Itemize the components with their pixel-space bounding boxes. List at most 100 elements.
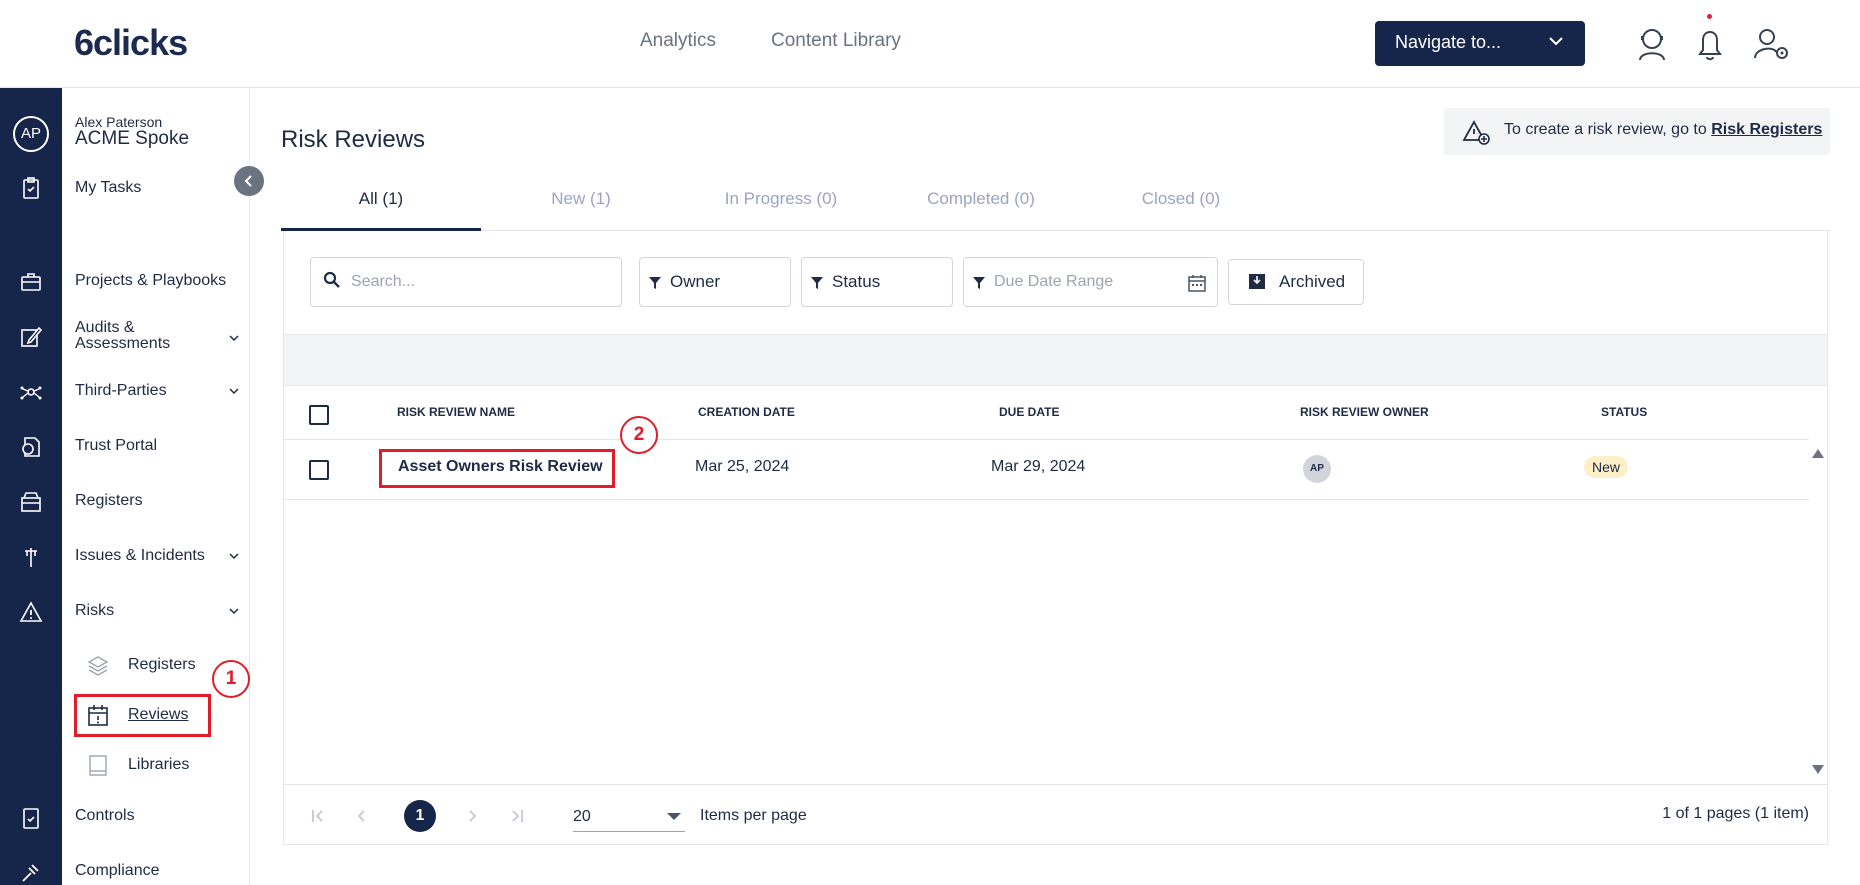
owner-avatar: AP (1303, 455, 1331, 483)
current-page-button[interactable]: 1 (404, 800, 436, 832)
sidebar-item-trust-portal[interactable]: Trust Portal (75, 438, 157, 454)
risk-registers-link[interactable]: Risk Registers (1711, 121, 1822, 138)
col-header-name[interactable]: RISK REVIEW NAME (397, 405, 515, 419)
sidebar: Alex Paterson ACME Spoke My Tasks Projec… (62, 88, 250, 885)
controls-icon[interactable] (19, 806, 43, 830)
edit-icon[interactable] (19, 325, 43, 349)
chevron-down-icon[interactable] (228, 550, 240, 562)
caret-down-icon (667, 813, 681, 820)
owner-filter[interactable]: Owner (639, 257, 791, 307)
due-date: Mar 29, 2024 (991, 458, 1086, 475)
col-header-status[interactable]: STATUS (1601, 405, 1647, 419)
navigate-to-label: Navigate to... (1395, 32, 1502, 52)
sidebar-item-my-tasks[interactable]: My Tasks (75, 180, 141, 196)
items-per-page-label: Items per page (700, 807, 807, 824)
sidebar-item-third-parties[interactable]: Third-Parties (75, 383, 167, 399)
sidebar-sub-registers[interactable]: Registers (128, 656, 196, 674)
status-filter-label: Status (832, 272, 881, 291)
filter-icon (649, 277, 661, 289)
sidebar-sub-libraries[interactable]: Libraries (128, 756, 189, 774)
chevron-down-icon (1549, 37, 1563, 46)
archive-icon (1249, 274, 1265, 289)
row-divider (284, 499, 1809, 500)
sidebar-item-risks[interactable]: Risks (75, 603, 114, 619)
page-size-value: 20 (573, 808, 591, 825)
owner-filter-label: Owner (670, 272, 721, 291)
trust-portal-icon[interactable] (19, 435, 43, 459)
filter-icon (811, 277, 823, 289)
top-bar: 6clicks Analytics Content Library Naviga… (0, 0, 1860, 88)
calendar-icon[interactable] (1187, 273, 1207, 293)
row-checkbox[interactable] (309, 460, 329, 480)
archived-button[interactable]: Archived (1228, 259, 1364, 305)
warning-icon[interactable] (19, 600, 43, 624)
search-box[interactable]: Search... (310, 257, 622, 307)
sidebar-item-compliance[interactable]: Compliance (75, 863, 159, 879)
status-filter[interactable]: Status (801, 257, 953, 307)
briefcase-icon[interactable] (19, 270, 43, 294)
tab-new[interactable]: New (1) (481, 189, 681, 209)
navigate-to-dropdown[interactable]: Navigate to... (1375, 21, 1585, 66)
tab-in-progress[interactable]: In Progress (0) (681, 189, 881, 209)
scroll-up-arrow[interactable] (1812, 449, 1824, 458)
first-page-icon[interactable] (310, 809, 326, 823)
select-all-checkbox[interactable] (309, 405, 329, 425)
page-size-select[interactable]: 20 (573, 802, 685, 832)
col-header-owner[interactable]: RISK REVIEW OWNER (1300, 405, 1429, 419)
sidebar-item-controls[interactable]: Controls (75, 808, 135, 824)
filter-icon (973, 277, 985, 289)
app-logo[interactable]: 6clicks (74, 22, 188, 64)
table-toolbar-band (284, 334, 1827, 386)
prev-page-icon[interactable] (356, 809, 368, 823)
next-page-icon[interactable] (466, 809, 478, 823)
chevron-down-icon[interactable] (228, 332, 240, 344)
org-name[interactable]: ACME Spoke (75, 128, 189, 150)
step-marker-1: 1 (212, 660, 250, 698)
due-date-range-input[interactable]: Due Date Range (994, 273, 1113, 291)
search-icon (323, 271, 340, 288)
info-banner: To create a risk review, go to Risk Regi… (1444, 108, 1830, 155)
tab-completed[interactable]: Completed (0) (881, 189, 1081, 209)
icon-rail: AP (0, 88, 62, 885)
bell-icon[interactable] (1690, 24, 1730, 64)
chevron-left-icon (244, 175, 252, 187)
creation-date: Mar 25, 2024 (695, 458, 790, 475)
registers-box-icon[interactable] (19, 490, 43, 514)
reviews-panel: Search... Owner Status Due Date Range Ar… (283, 231, 1828, 845)
sidebar-item-issues[interactable]: Issues & Incidents (75, 548, 205, 564)
sidebar-item-audits[interactable]: Audits & Assessments (75, 320, 170, 352)
col-header-due-date[interactable]: DUE DATE (999, 405, 1059, 419)
banner-text: To create a risk review, go to (1504, 121, 1712, 138)
support-icon[interactable] (1632, 24, 1672, 64)
nav-content-library[interactable]: Content Library (771, 30, 901, 52)
tab-bar: All (1) New (1) In Progress (0) Complete… (281, 180, 1830, 231)
status-badge: New (1584, 456, 1629, 478)
incident-icon[interactable] (19, 545, 43, 569)
col-header-creation-date[interactable]: CREATION DATE (698, 405, 795, 419)
nav-analytics[interactable]: Analytics (640, 30, 716, 52)
page-title: Risk Reviews (281, 126, 426, 153)
book-icon (89, 755, 107, 776)
reviews-highlight (74, 694, 211, 737)
sidebar-item-projects[interactable]: Projects & Playbooks (75, 273, 226, 289)
scroll-down-arrow[interactable] (1812, 765, 1824, 774)
user-settings-icon[interactable] (1752, 24, 1792, 64)
sidebar-item-registers[interactable]: Registers (75, 493, 143, 509)
tasks-icon[interactable] (19, 176, 43, 200)
archived-label: Archived (1279, 272, 1346, 291)
search-input[interactable]: Search... (351, 273, 415, 291)
collapse-sidebar-button[interactable] (234, 166, 264, 196)
layers-icon (87, 656, 109, 676)
gavel-icon[interactable] (19, 860, 43, 884)
avatar[interactable]: AP (13, 116, 49, 152)
page-info: 1 of 1 pages (1 item) (1662, 805, 1809, 822)
tab-closed[interactable]: Closed (0) (1081, 189, 1281, 209)
due-date-range-filter[interactable]: Due Date Range (963, 257, 1218, 307)
notification-dot (1707, 14, 1712, 19)
chevron-down-icon[interactable] (228, 605, 240, 617)
network-icon[interactable] (19, 380, 43, 404)
warning-add-icon (1462, 120, 1490, 145)
chevron-down-icon[interactable] (228, 385, 240, 397)
tab-all[interactable]: All (1) (281, 189, 481, 209)
last-page-icon[interactable] (509, 809, 525, 823)
